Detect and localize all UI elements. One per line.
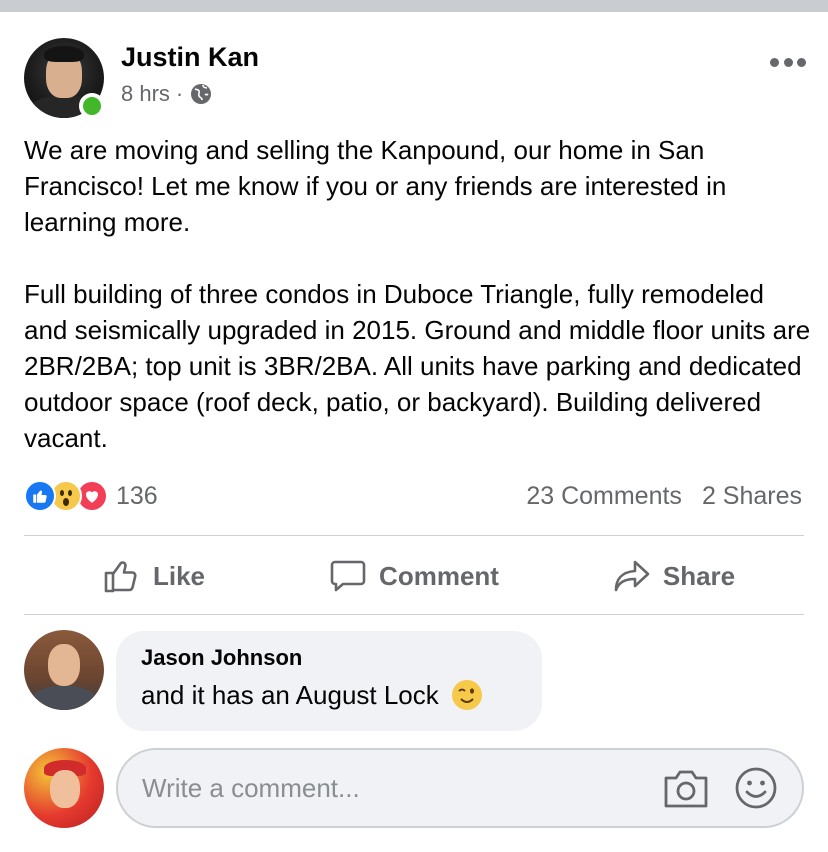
speech-bubble-icon bbox=[330, 560, 366, 592]
commenter-avatar[interactable] bbox=[24, 630, 104, 710]
comment-text-row: and it has an August Lock bbox=[141, 679, 517, 711]
reaction-count: 136 bbox=[116, 481, 158, 510]
post-paragraph: Full building of three condos in Duboce … bbox=[24, 279, 811, 453]
comment-button[interactable]: Comment bbox=[284, 540, 544, 612]
like-button[interactable]: Like bbox=[24, 540, 284, 612]
like-label: Like bbox=[152, 560, 206, 591]
comment-bubble[interactable]: Jason Johnson and it has an August Lock bbox=[116, 631, 542, 731]
shares-count[interactable]: 2 Shares bbox=[702, 482, 802, 511]
post-paragraph: We are moving and selling the Kanpound, … bbox=[24, 135, 727, 237]
globe-icon[interactable] bbox=[189, 82, 213, 106]
share-label: Share bbox=[662, 560, 736, 591]
divider bbox=[24, 614, 804, 615]
post-meta: 8 hrs · bbox=[121, 80, 213, 108]
reactions-summary[interactable]: 136 bbox=[24, 478, 158, 514]
post-text: We are moving and selling the Kanpound, … bbox=[24, 132, 814, 456]
divider bbox=[24, 535, 804, 536]
camera-icon[interactable] bbox=[662, 768, 710, 810]
online-status-dot bbox=[79, 93, 105, 119]
comment-label: Comment bbox=[379, 560, 499, 591]
like-reaction-icon bbox=[24, 480, 56, 512]
share-button[interactable]: Share bbox=[544, 540, 804, 612]
action-bar: Like Comment Share bbox=[24, 540, 804, 612]
current-user-avatar[interactable] bbox=[24, 748, 104, 828]
post-time[interactable]: 8 hrs bbox=[121, 81, 170, 107]
author-name[interactable]: Justin Kan bbox=[121, 42, 259, 73]
more-options-icon[interactable] bbox=[770, 54, 806, 70]
comments-count[interactable]: 23 Comments bbox=[526, 482, 682, 511]
top-strip bbox=[0, 0, 828, 12]
commenter-name[interactable]: Jason Johnson bbox=[141, 645, 517, 671]
comment-input[interactable]: Write a comment... bbox=[116, 748, 804, 828]
share-arrow-icon bbox=[614, 560, 650, 592]
engagement-counts: 23 Comments 2 Shares bbox=[526, 478, 802, 514]
comment-text: and it has an August Lock bbox=[141, 679, 439, 710]
wink-emoji-icon bbox=[451, 680, 482, 710]
emoji-smiley-icon[interactable] bbox=[734, 766, 778, 810]
thumbs-up-icon bbox=[104, 561, 137, 593]
meta-separator: · bbox=[175, 81, 184, 106]
